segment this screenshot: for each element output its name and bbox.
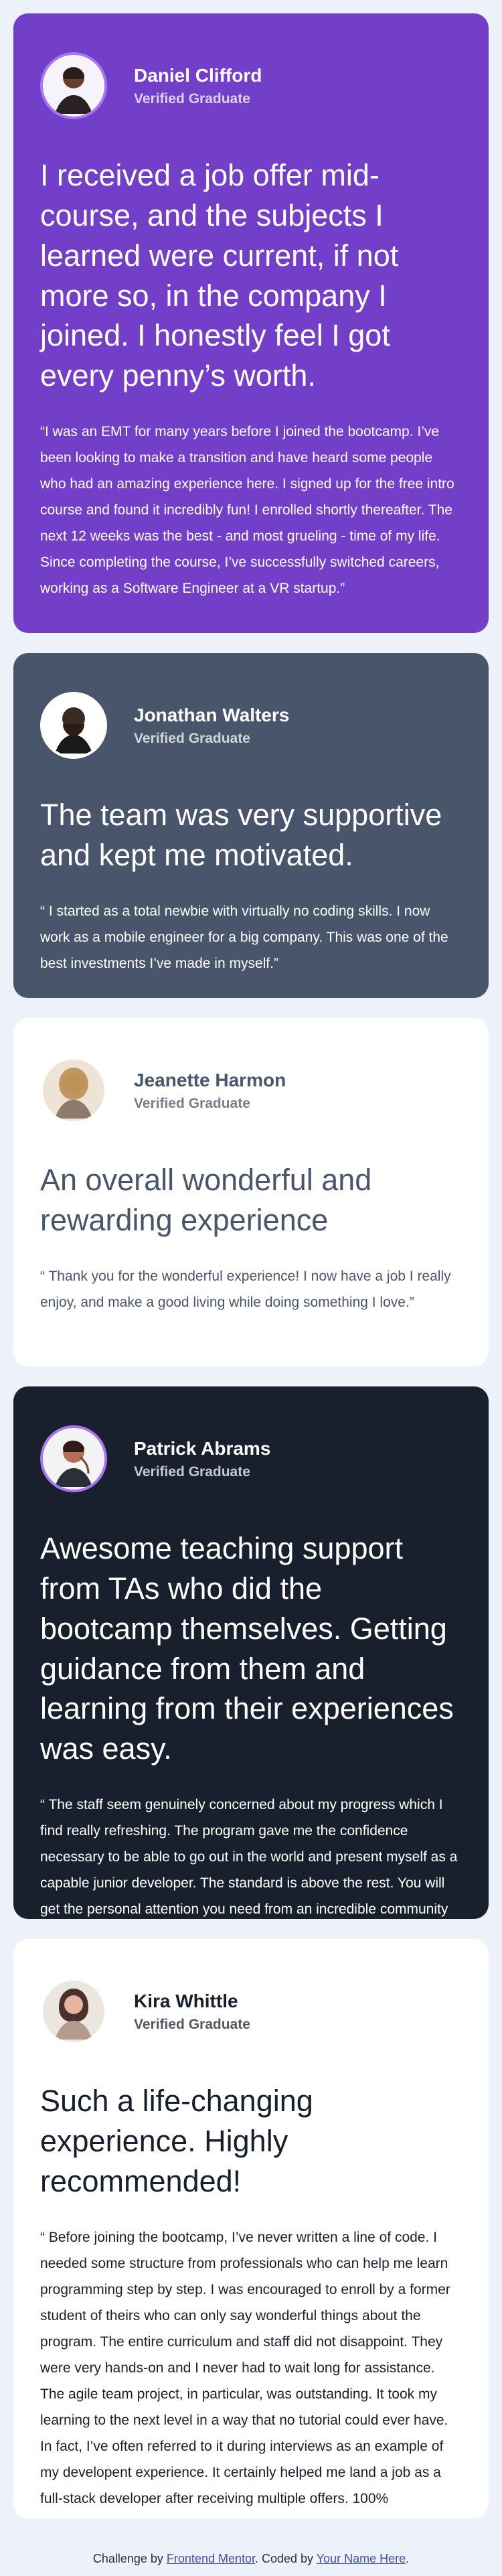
- profile-text: Kira Whittle Verified Graduate: [134, 1990, 250, 2033]
- profile-header: Jonathan Walters Verified Graduate: [40, 692, 462, 759]
- testimonial-headline: An overall wonderful and rewarding exper…: [40, 1163, 372, 1237]
- testimonial-card-jeanette: Jeanette Harmon Verified Graduate An ove…: [13, 1018, 489, 1366]
- frontend-mentor-link[interactable]: Frontend Mentor: [167, 2552, 255, 2565]
- person-role: Verified Graduate: [134, 2017, 250, 2033]
- profile-text: Jeanette Harmon Verified Graduate: [134, 1069, 286, 1113]
- avatar-kira-whittle: [40, 1978, 107, 2045]
- testimonial-card-jonathan: Jonathan Walters Verified Graduate The t…: [13, 653, 489, 998]
- person-name: Daniel Clifford: [134, 64, 262, 86]
- footer-suffix: .: [406, 2552, 410, 2565]
- person-role: Verified Graduate: [134, 731, 250, 747]
- profile-header: Jeanette Harmon Verified Graduate: [40, 1057, 462, 1124]
- testimonial-quote: “I was an EMT for many years before I jo…: [40, 424, 454, 597]
- attribution-footer: Challenge by Frontend Mentor. Coded by Y…: [0, 2552, 502, 2567]
- profile-header: Patrick Abrams Verified Graduate: [40, 1425, 462, 1492]
- testimonials-page: Daniel Clifford Verified Graduate I rece…: [0, 0, 502, 2576]
- footer-middle: . Coded by: [255, 2552, 317, 2565]
- your-name-link[interactable]: Your Name Here: [317, 2552, 406, 2565]
- testimonial-quote: “ The staff seem genuinely concerned abo…: [40, 1797, 458, 1918]
- person-name: Jonathan Walters: [134, 704, 290, 725]
- testimonial-card-patrick: Patrick Abrams Verified Graduate Awesome…: [13, 1386, 489, 1919]
- portrait-icon: [43, 1428, 104, 1490]
- profile-header: Kira Whittle Verified Graduate: [40, 1978, 462, 2045]
- testimonial-headline: I received a job offer mid-course, and t…: [40, 158, 399, 393]
- person-role: Verified Graduate: [134, 1096, 250, 1112]
- person-role: Verified Graduate: [134, 1464, 250, 1480]
- person-name: Jeanette Harmon: [134, 1069, 286, 1090]
- profile-text: Jonathan Walters Verified Graduate: [134, 704, 289, 747]
- profile-text: Patrick Abrams Verified Graduate: [134, 1437, 270, 1481]
- profile-text: Daniel Clifford Verified Graduate: [134, 64, 262, 108]
- person-name: Patrick Abrams: [134, 1437, 271, 1459]
- person-role: Verified Graduate: [134, 91, 250, 107]
- person-name: Kira Whittle: [134, 1990, 238, 2011]
- testimonial-card-kira: Kira Whittle Verified Graduate Such a li…: [13, 1939, 489, 2518]
- avatar-patrick-abrams: [40, 1425, 107, 1492]
- testimonial-card-daniel: Daniel Clifford Verified Graduate I rece…: [13, 13, 489, 633]
- portrait-icon: [43, 695, 104, 756]
- avatar-jonathan-walters: [40, 692, 107, 759]
- portrait-icon: [43, 55, 104, 117]
- avatar-daniel-clifford: [40, 52, 107, 119]
- testimonial-quote: “ Before joining the bootcamp, I’ve neve…: [40, 2229, 450, 2518]
- testimonial-headline: Awesome teaching support from TAs who di…: [40, 1531, 454, 1766]
- testimonial-quote: “ I started as a total newbie with virtu…: [40, 903, 448, 971]
- footer-prefix: Challenge by: [92, 2552, 167, 2565]
- testimonial-headline: Such a life-changing experience. Highly …: [40, 2084, 313, 2198]
- testimonial-headline: The team was very supportive and kept me…: [40, 798, 442, 872]
- testimonial-quote: “ Thank you for the wonderful experience…: [40, 1268, 451, 1310]
- avatar-jeanette-harmon: [40, 1057, 107, 1124]
- portrait-icon: [43, 1060, 104, 1121]
- profile-header: Daniel Clifford Verified Graduate: [40, 52, 462, 119]
- portrait-icon: [43, 1981, 104, 2042]
